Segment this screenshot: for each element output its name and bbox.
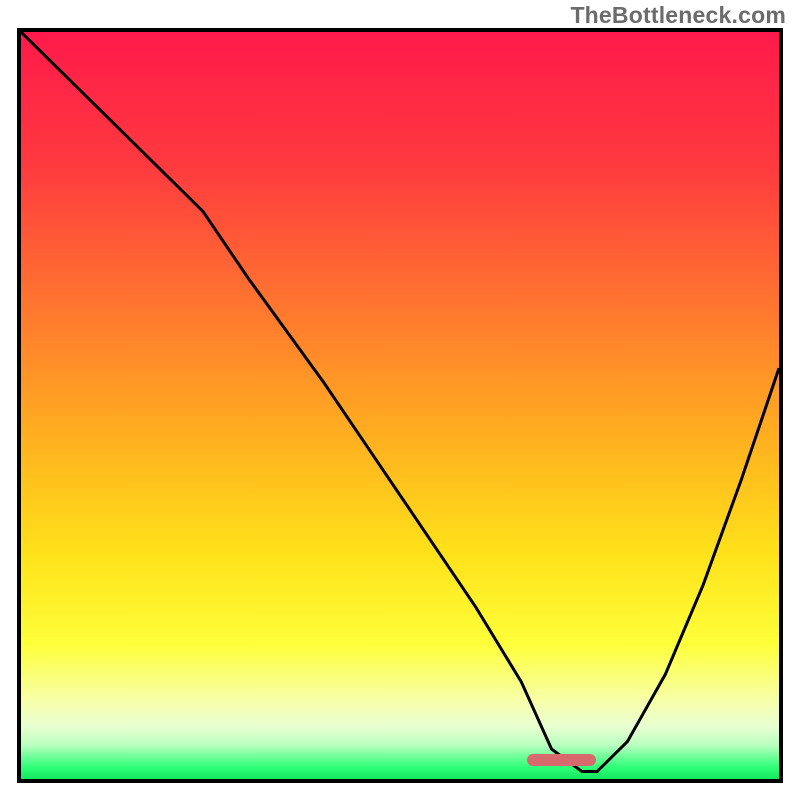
curve-svg — [21, 32, 779, 779]
optimal-marker — [527, 754, 596, 766]
watermark-text: TheBottleneck.com — [570, 2, 786, 29]
chart-root: TheBottleneck.com — [0, 0, 800, 800]
plot-frame — [17, 28, 783, 783]
bottleneck-curve — [21, 32, 779, 772]
